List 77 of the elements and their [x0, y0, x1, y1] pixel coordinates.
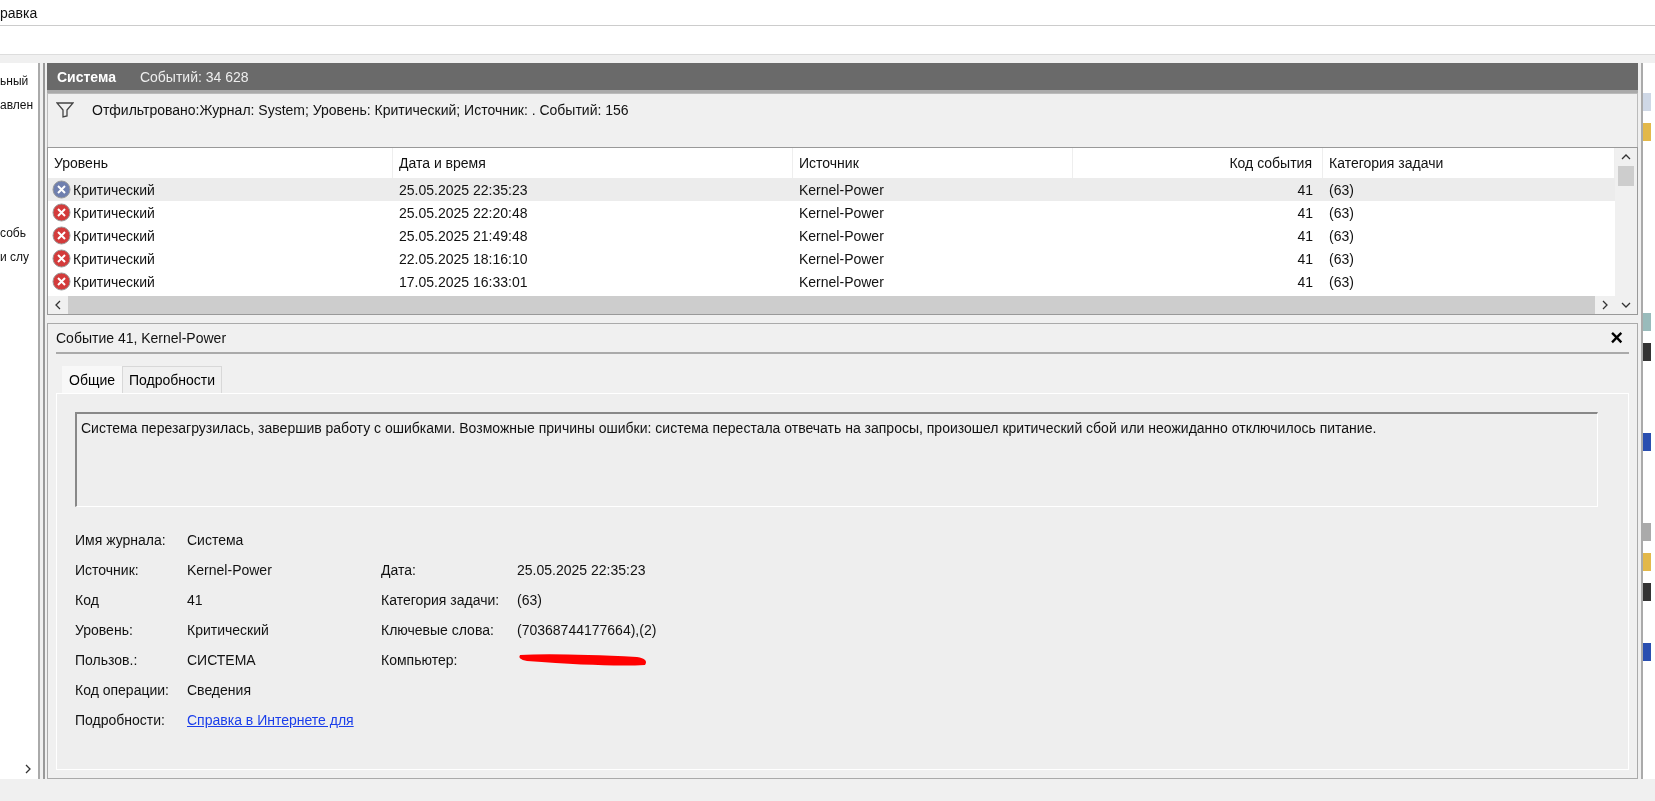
- event-count: Событий: 34 628: [139, 68, 249, 85]
- scroll-right-icon[interactable]: [24, 764, 32, 774]
- filter-icon: [56, 102, 74, 118]
- table-cell-text: (63): [1328, 250, 1355, 267]
- field-value: 41: [187, 592, 203, 608]
- tree-item[interactable]: ьный: [0, 69, 38, 93]
- help-link[interactable]: Справка в Интернете для: [187, 712, 354, 728]
- field-label: Код операции:: [75, 682, 170, 698]
- table-cell-text: Kernel-Power: [798, 227, 885, 244]
- field-label: Дата:: [381, 562, 417, 578]
- table-cell-text: 17.05.2025 16:33:01: [398, 273, 529, 290]
- table-cell-text: Kernel-Power: [798, 250, 885, 267]
- tree-item[interactable]: авлен: [0, 93, 38, 117]
- table-cell: Критический: [73, 227, 155, 244]
- table-cell-text: 25.05.2025 21:49:48: [398, 227, 529, 244]
- tab[interactable]: Подробности: [122, 366, 223, 393]
- tree-item[interactable]: и слу: [0, 245, 38, 269]
- error-icon: [52, 180, 71, 199]
- tab[interactable]: Общие: [62, 366, 123, 393]
- field-label: Имя журнала:: [75, 532, 167, 548]
- field-value: Kernel-Power: [187, 562, 272, 578]
- table-cell-text: 41: [1296, 273, 1314, 290]
- table-cell-text: Kernel-Power: [798, 273, 885, 290]
- field-value: 25.05.2025 22:35:23: [517, 562, 646, 578]
- close-button[interactable]: ×: [1604, 327, 1629, 349]
- field-value: (70368744177664),(2): [517, 622, 657, 638]
- field-label: Подробности:: [75, 712, 166, 728]
- log-title: Система: [57, 68, 116, 85]
- table-cell-text: 41: [1296, 204, 1314, 221]
- error-icon: [52, 249, 71, 268]
- description-text: Система перезагрузилась, завершив работу с ошибками. Возможные причины ошибки: система перестала отвечать на запросы, произошел критический сбой или неожиданно отключилось питание.: [81, 420, 1377, 436]
- table-cell-text: Kernel-Power: [798, 181, 885, 198]
- filter-text: Отфильтровано:Журнал: System; Уровень: Критический; Источник: . Событий: 156: [92, 102, 629, 118]
- field-label: Пользов.:: [75, 652, 139, 668]
- table-cell-text: 41: [1296, 227, 1314, 244]
- field-label: Компьютер:: [381, 652, 459, 668]
- error-icon: [52, 203, 71, 222]
- table-cell-text: (63): [1328, 227, 1355, 244]
- scroll-left-icon[interactable]: [54, 300, 62, 310]
- scrollbar-thumb[interactable]: [68, 296, 1595, 314]
- menu-item[interactable]: равка: [0, 4, 38, 21]
- field-label: Источник:: [75, 562, 140, 578]
- scroll-down-icon[interactable]: [1621, 301, 1631, 309]
- table-cell-text: (63): [1328, 273, 1355, 290]
- field-label: Код: [75, 592, 100, 608]
- table-cell-text: 22.05.2025 18:16:10: [398, 250, 529, 267]
- table-cell: Критический: [73, 204, 155, 221]
- table-row[interactable]: Критический 25.05.2025 22:35:23 Kernel-Power 41 (63): [48, 178, 1615, 201]
- field-value: Система: [187, 532, 244, 548]
- table-cell-text: Kernel-Power: [798, 204, 885, 221]
- table-cell-text: 41: [1296, 181, 1314, 198]
- table-cell: Критический: [73, 273, 155, 290]
- field-label: Уровень:: [75, 622, 134, 638]
- error-icon: [52, 272, 71, 291]
- table-cell-text: 25.05.2025 22:20:48: [398, 204, 529, 221]
- table-row[interactable]: Критический 25.05.2025 22:20:48 Kernel-Power 41 (63): [48, 201, 1615, 224]
- table-cell-text: (63): [1328, 204, 1355, 221]
- table-cell-text: 25.05.2025 22:35:23: [398, 181, 529, 198]
- field-value: СИСТЕМА: [187, 652, 256, 668]
- table-cell: Критический: [73, 250, 155, 267]
- table-cell-text: (63): [1328, 181, 1355, 198]
- error-icon: [52, 226, 71, 245]
- tree-item[interactable]: собь: [0, 221, 38, 245]
- field-value: Критический: [187, 622, 269, 638]
- field-value: (63): [517, 592, 542, 608]
- scrollbar-thumb[interactable]: [1618, 166, 1634, 186]
- table-cell-text: 41: [1296, 250, 1314, 267]
- field-value: Сведения: [187, 682, 251, 698]
- field-label: Категория задачи:: [381, 592, 501, 608]
- table-row[interactable]: Критический 22.05.2025 18:16:10 Kernel-Power 41 (63): [48, 247, 1615, 270]
- field-label: Ключевые слова:: [381, 622, 495, 638]
- details-title: Событие 41, Kernel-Power: [56, 330, 227, 346]
- scroll-up-icon[interactable]: [1621, 153, 1631, 161]
- table-row[interactable]: Критический 17.05.2025 16:33:01 Kernel-Power 41 (63): [48, 270, 1615, 293]
- table-cell: Критический: [73, 181, 155, 198]
- table-row[interactable]: Критический 25.05.2025 21:49:48 Kernel-Power 41 (63): [48, 224, 1615, 247]
- scroll-right-icon[interactable]: [1601, 300, 1609, 310]
